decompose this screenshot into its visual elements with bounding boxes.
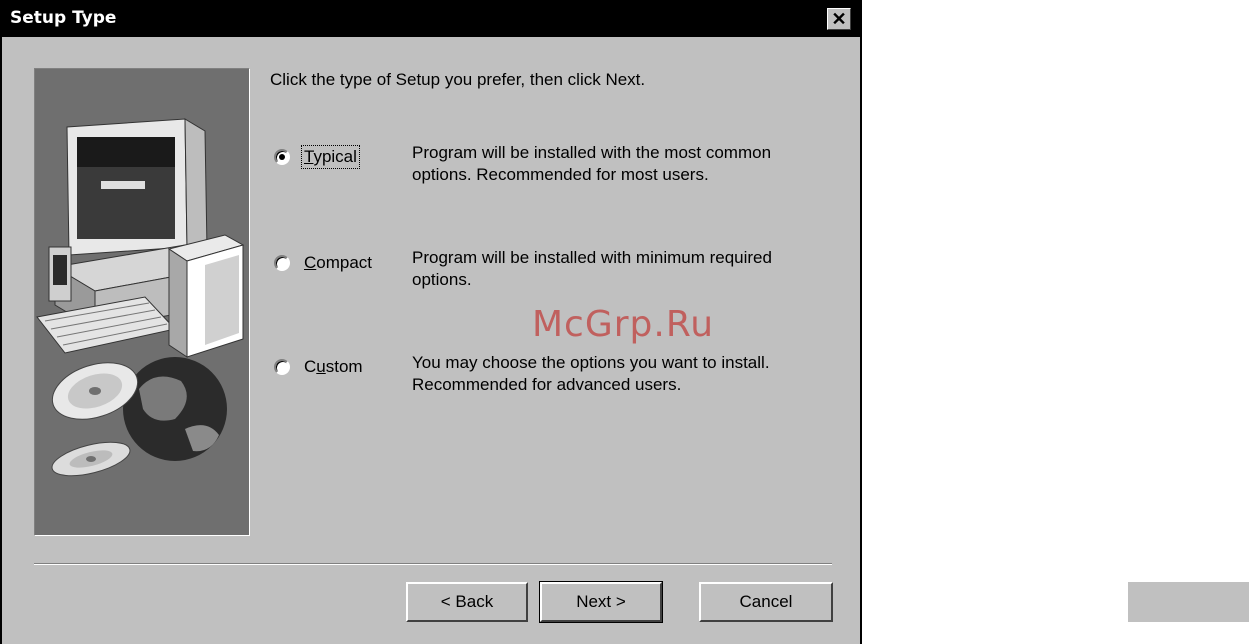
option-typical-label[interactable]: Typical <box>301 145 360 169</box>
radio-selected-dot <box>279 154 285 160</box>
option-compact-label[interactable]: Compact <box>302 252 374 274</box>
watermark: McGrp.Ru <box>532 304 715 345</box>
computer-cd-globe-image <box>36 118 245 477</box>
title-bar[interactable]: Setup Type ✕ <box>2 0 860 37</box>
option-custom-label[interactable]: Custom <box>302 356 365 378</box>
option-compact[interactable]: Compact <box>274 252 374 274</box>
cancel-button[interactable]: Cancel <box>699 582 833 622</box>
gray-corner-box <box>1128 582 1249 622</box>
setup-illustration <box>34 68 250 536</box>
next-button[interactable]: Next > <box>539 581 663 623</box>
setup-type-dialog: Setup Type ✕ Click the type of Setup you… <box>0 0 862 644</box>
radio-custom[interactable] <box>274 359 290 375</box>
option-compact-description: Program will be installed with minimum r… <box>412 248 772 289</box>
option-custom-description: You may choose the options you want to i… <box>412 353 770 394</box>
separator <box>34 563 832 565</box>
window-title: Setup Type <box>10 8 117 28</box>
option-typical-description: Program will be installed with the most … <box>412 143 772 184</box>
radio-typical[interactable] <box>274 149 290 165</box>
instruction-text: Click the type of Setup you prefer, then… <box>270 70 646 89</box>
close-icon: ✕ <box>831 9 847 29</box>
close-button[interactable]: ✕ <box>827 8 851 30</box>
radio-compact[interactable] <box>274 255 290 271</box>
option-typical[interactable]: Typical <box>274 145 360 169</box>
option-custom[interactable]: Custom <box>274 356 365 378</box>
back-button[interactable]: < Back <box>406 582 528 622</box>
